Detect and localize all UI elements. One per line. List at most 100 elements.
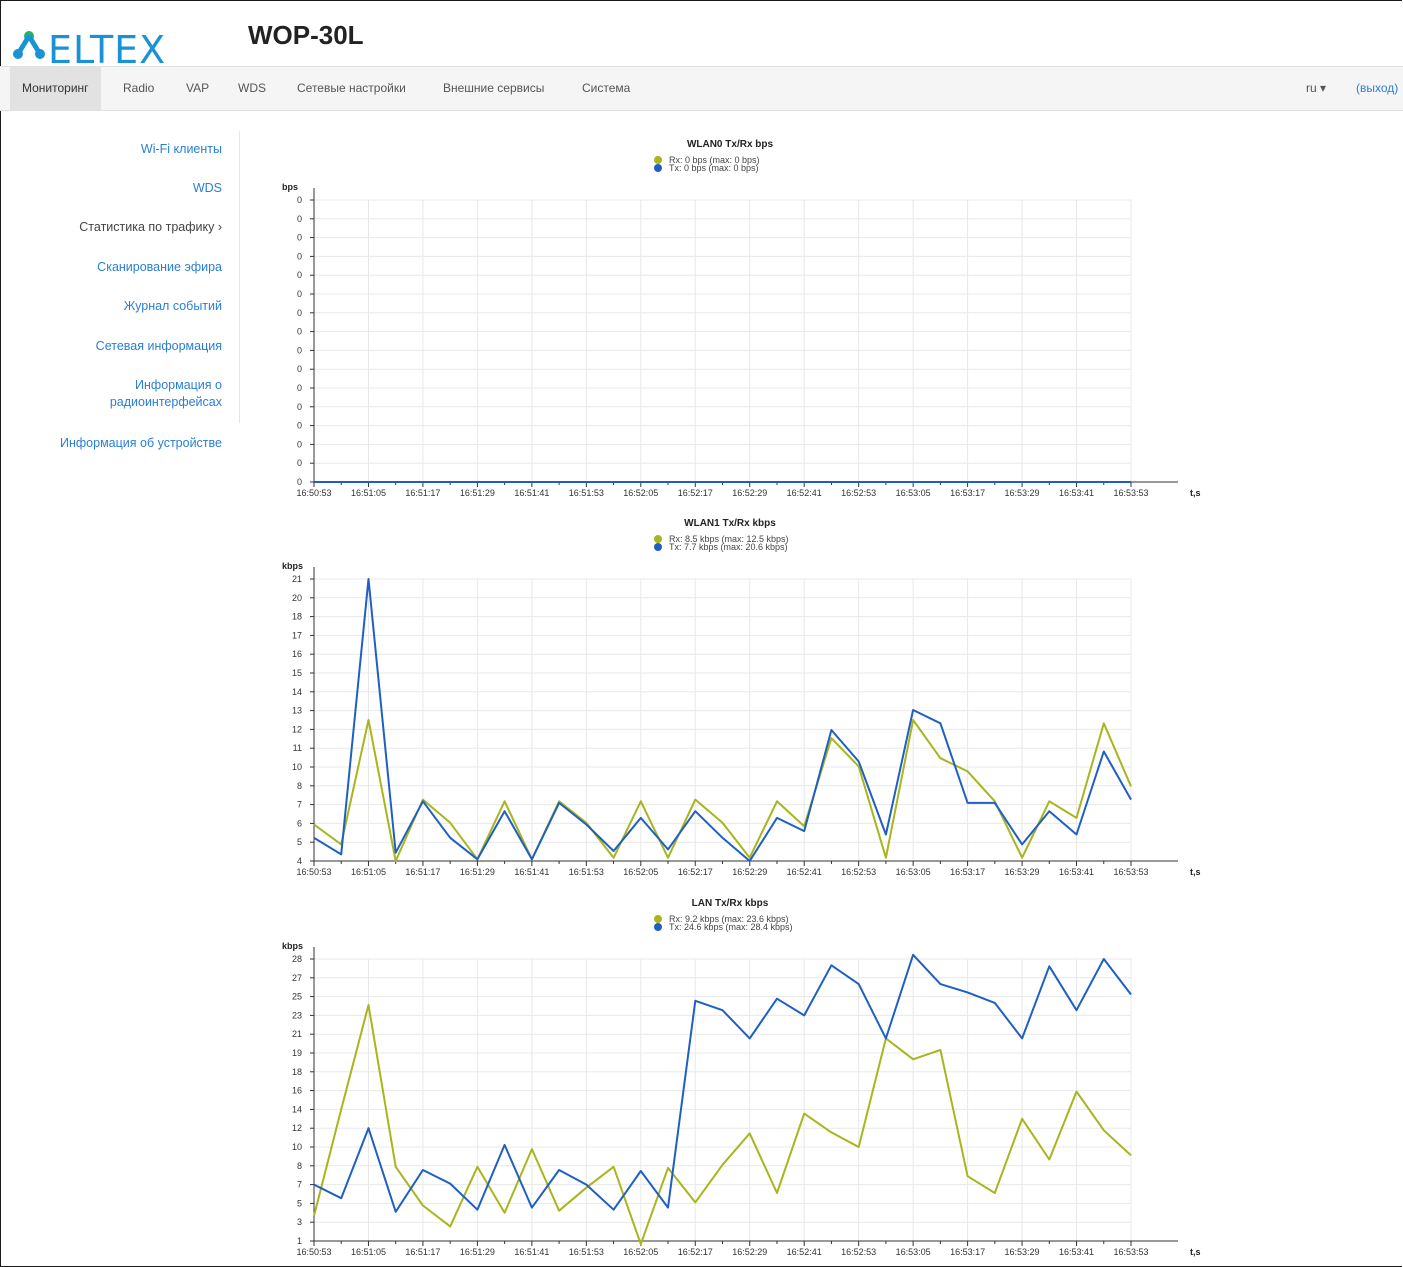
x-tick-label: 16:52:05 xyxy=(623,1247,658,1257)
y-tick-label: 12 xyxy=(292,724,302,734)
y-tick-label: 20 xyxy=(292,593,302,603)
y-tick-label: 5 xyxy=(297,1198,302,1208)
y-tick-label: 0 xyxy=(297,233,302,243)
x-axis-unit-label: t,s xyxy=(1190,1247,1201,1257)
y-tick-label: 23 xyxy=(292,1010,302,1020)
x-tick-label: 16:53:53 xyxy=(1113,867,1148,877)
y-tick-label: 6 xyxy=(297,818,302,828)
y-tick-label: 16 xyxy=(292,1086,302,1096)
legend-marker xyxy=(654,535,662,543)
chart-title: LAN Tx/Rx kbps xyxy=(692,898,769,909)
y-tick-label: 21 xyxy=(292,574,302,584)
y-tick-label: 0 xyxy=(297,364,302,374)
legend-marker xyxy=(654,156,662,164)
x-tick-label: 16:53:53 xyxy=(1113,1247,1148,1257)
x-tick-label: 16:51:53 xyxy=(569,1247,604,1257)
y-tick-label: 15 xyxy=(292,668,302,678)
x-tick-label: 16:51:05 xyxy=(351,1247,386,1257)
x-tick-label: 16:52:17 xyxy=(678,488,713,498)
y-tick-label: 7 xyxy=(297,800,302,810)
x-tick-label: 16:51:17 xyxy=(405,488,440,498)
y-tick-label: 28 xyxy=(292,954,302,964)
y-tick-label: 0 xyxy=(297,439,302,449)
legend-entry: Tx: 7.7 kbps (max: 20.6 kbps) xyxy=(669,542,788,552)
legend-marker xyxy=(654,164,662,172)
legend-marker xyxy=(654,923,662,931)
x-axis-unit-label: t,s xyxy=(1190,488,1201,498)
y-tick-label: 0 xyxy=(297,477,302,487)
y-tick-label: 12 xyxy=(292,1123,302,1133)
x-tick-label: 16:52:41 xyxy=(787,488,822,498)
y-tick-label: 0 xyxy=(297,402,302,412)
x-tick-label: 16:51:53 xyxy=(569,867,604,877)
series-line-tx xyxy=(313,953,1132,1213)
series-line-rx xyxy=(313,1004,1132,1246)
x-tick-label: 16:52:53 xyxy=(841,1247,876,1257)
x-tick-label: 16:53:17 xyxy=(950,1247,985,1257)
x-tick-label: 16:51:29 xyxy=(460,1247,495,1257)
x-tick-label: 16:52:29 xyxy=(732,488,767,498)
x-tick-label: 16:52:53 xyxy=(841,488,876,498)
x-tick-label: 16:53:17 xyxy=(950,488,985,498)
x-tick-label: 16:51:17 xyxy=(405,1247,440,1257)
x-tick-label: 16:53:29 xyxy=(1005,1247,1040,1257)
legend-entry: Tx: 0 bps (max: 0 bps) xyxy=(669,163,759,173)
y-tick-label: 5 xyxy=(297,837,302,847)
x-tick-label: 16:52:05 xyxy=(623,867,658,877)
y-tick-label: 8 xyxy=(297,781,302,791)
y-axis-unit-label: kbps xyxy=(282,941,303,951)
legend-entry: Tx: 24.6 kbps (max: 28.4 kbps) xyxy=(669,922,793,932)
x-tick-label: 16:51:29 xyxy=(460,488,495,498)
x-tick-label: 16:50:53 xyxy=(296,488,331,498)
x-tick-label: 16:51:53 xyxy=(569,488,604,498)
x-tick-label: 16:51:17 xyxy=(405,867,440,877)
y-tick-label: 17 xyxy=(292,630,302,640)
y-tick-label: 25 xyxy=(292,992,302,1002)
y-tick-label: 3 xyxy=(297,1217,302,1227)
x-tick-label: 16:52:29 xyxy=(732,1247,767,1257)
x-tick-label: 16:52:17 xyxy=(678,1247,713,1257)
x-tick-label: 16:52:17 xyxy=(678,867,713,877)
y-tick-label: 14 xyxy=(292,1104,302,1114)
chart-title: WLAN0 Tx/Rx bps xyxy=(687,139,774,150)
x-axis-unit-label: t,s xyxy=(1190,867,1201,877)
y-tick-label: 0 xyxy=(297,327,302,337)
y-tick-label: 0 xyxy=(297,270,302,280)
y-tick-label: 10 xyxy=(292,1142,302,1152)
y-tick-label: 4 xyxy=(297,856,302,866)
y-tick-label: 0 xyxy=(297,214,302,224)
y-tick-label: 0 xyxy=(297,345,302,355)
legend-marker xyxy=(654,915,662,923)
x-tick-label: 16:53:41 xyxy=(1059,488,1094,498)
series-line-tx xyxy=(313,578,1132,862)
legend-marker xyxy=(654,543,662,551)
y-tick-label: 13 xyxy=(292,706,302,716)
x-tick-label: 16:52:41 xyxy=(787,1247,822,1257)
y-tick-label: 0 xyxy=(297,421,302,431)
x-tick-label: 16:53:41 xyxy=(1059,1247,1094,1257)
y-tick-label: 7 xyxy=(297,1180,302,1190)
y-tick-label: 14 xyxy=(292,687,302,697)
x-tick-label: 16:51:05 xyxy=(351,867,386,877)
traffic-charts: WLAN0 Tx/Rx bpsRx: 0 bps (max: 0 bps)Tx:… xyxy=(282,139,1201,1257)
x-tick-label: 16:52:41 xyxy=(787,867,822,877)
x-tick-label: 16:52:05 xyxy=(623,488,658,498)
x-tick-label: 16:53:17 xyxy=(950,867,985,877)
y-tick-label: 0 xyxy=(297,251,302,261)
x-tick-label: 16:51:41 xyxy=(514,1247,549,1257)
x-tick-label: 16:50:53 xyxy=(296,867,331,877)
y-axis-unit-label: kbps xyxy=(282,561,303,571)
y-tick-label: 1 xyxy=(297,1236,302,1246)
x-tick-label: 16:51:41 xyxy=(514,867,549,877)
x-tick-label: 16:53:05 xyxy=(896,488,931,498)
x-tick-label: 16:51:29 xyxy=(460,867,495,877)
y-tick-label: 0 xyxy=(297,458,302,468)
x-tick-label: 16:53:53 xyxy=(1113,488,1148,498)
chart-title: WLAN1 Tx/Rx kbps xyxy=(684,518,776,529)
y-tick-label: 0 xyxy=(297,308,302,318)
x-tick-label: 16:52:29 xyxy=(732,867,767,877)
x-tick-label: 16:50:53 xyxy=(296,1247,331,1257)
y-tick-label: 10 xyxy=(292,762,302,772)
y-tick-label: 27 xyxy=(292,973,302,983)
y-tick-label: 21 xyxy=(292,1029,302,1039)
